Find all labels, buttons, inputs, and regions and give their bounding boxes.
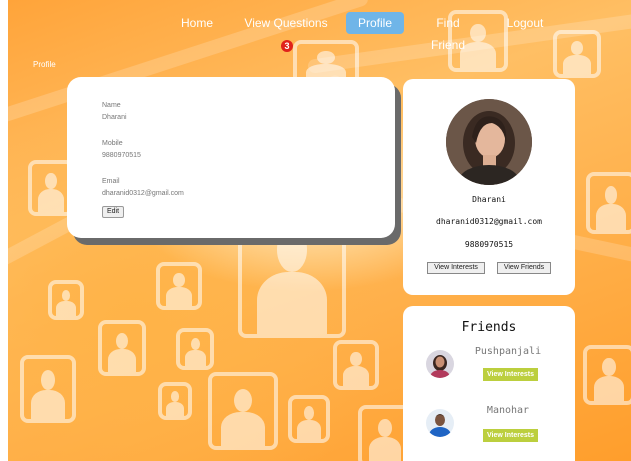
- friend-name: Pushpanjali: [474, 346, 542, 357]
- nav-find-friend[interactable]: Find Friend: [420, 12, 476, 52]
- nav-profile-label: Profile: [357, 16, 392, 30]
- friend-avatar[interactable]: [426, 350, 454, 378]
- friend-name: Manohar: [486, 405, 530, 416]
- friend-view-interests-button[interactable]: View Interests: [483, 368, 538, 381]
- nav-home[interactable]: Home: [180, 12, 214, 34]
- nav-profile[interactable]: Profile: [346, 12, 404, 34]
- top-navigation: Home View Questions 3 Profile Find Friend…: [0, 12, 631, 52]
- nav-logout[interactable]: Logout: [506, 12, 544, 34]
- notification-badge: 3: [281, 39, 293, 52]
- mobile-label: Mobile: [102, 140, 123, 147]
- friend-view-interests-button[interactable]: View Interests: [483, 429, 538, 442]
- nav-view-questions-label: View Questions: [244, 16, 328, 30]
- breadcrumb: Profile: [33, 60, 56, 69]
- name-label: Name: [102, 102, 121, 109]
- nav-view-questions[interactable]: View Questions 3: [240, 12, 332, 52]
- email-label: Email: [102, 178, 120, 185]
- friends-title: Friends: [461, 320, 517, 335]
- profile-avatar: [446, 99, 532, 185]
- email-value: dharanid0312@gmail.com: [102, 190, 184, 197]
- view-friends-button[interactable]: View Friends: [497, 262, 551, 274]
- profile-email: dharanid0312@gmail.com: [436, 217, 542, 226]
- friends-card: Friends Pushpanjali View Interests Manoh…: [403, 306, 575, 461]
- name-value: Dharani: [102, 114, 127, 121]
- view-interests-button[interactable]: View Interests: [427, 262, 485, 274]
- mobile-value: 9880970515: [102, 152, 141, 159]
- nav-find-friend-label: Find Friend: [430, 16, 465, 52]
- profile-summary-card: Dharani dharanid0312@gmail.com 988097051…: [403, 79, 575, 295]
- nav-home-label: Home: [180, 16, 213, 30]
- profile-phone: 9880970515: [464, 240, 514, 249]
- profile-name: Dharani: [472, 195, 506, 204]
- profile-details-card: Name Dharani Mobile 9880970515 Email dha…: [67, 77, 395, 238]
- edit-button[interactable]: Edit: [102, 206, 124, 218]
- friend-avatar[interactable]: [426, 409, 454, 437]
- nav-logout-label: Logout: [506, 16, 544, 30]
